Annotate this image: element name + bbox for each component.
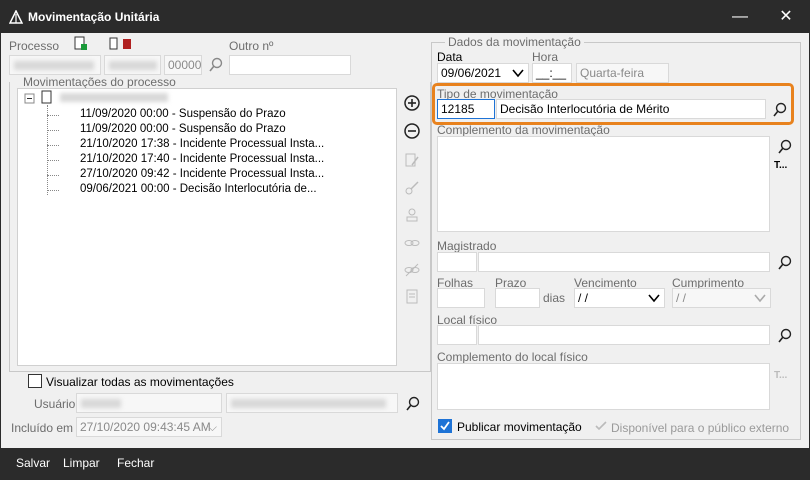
- processo-field-2[interactable]: [104, 55, 161, 75]
- chevron-down-icon: ⌵: [207, 420, 217, 434]
- magistrado-name-field[interactable]: [478, 252, 770, 272]
- limpar-button[interactable]: Limpar: [63, 456, 100, 470]
- unlink-icon[interactable]: [403, 261, 421, 279]
- vencimento-value: / /: [578, 291, 589, 305]
- view-all-label: Visualizar todas as movimentações: [46, 375, 234, 389]
- search-complemento-icon[interactable]: [777, 139, 793, 155]
- minimize-button[interactable]: —: [717, 1, 763, 33]
- tree-item[interactable]: 11/09/2020 00:00 - Suspensão do Prazo: [80, 123, 286, 135]
- view-all-checkbox[interactable]: [28, 374, 42, 388]
- close-button[interactable]: ✕: [763, 1, 809, 33]
- search-usuario-icon[interactable]: [405, 396, 421, 412]
- outro-label: Outro nº: [229, 39, 274, 53]
- hora-label: Hora: [532, 50, 559, 64]
- app-logo-icon: [9, 10, 23, 24]
- vencimento-field[interactable]: / /: [574, 288, 665, 308]
- stamp-icon[interactable]: [403, 207, 421, 225]
- cumprimento-field[interactable]: / /: [672, 288, 771, 308]
- disponivel-label: Disponível para o público externo: [611, 421, 790, 435]
- collapse-icon[interactable]: [24, 93, 36, 105]
- check-icon: [440, 421, 450, 431]
- movements-tree[interactable]: 11/09/2020 00:00 - Suspensão do Prazo 11…: [17, 88, 397, 366]
- tree-item[interactable]: 27/10/2020 09:42 - Incidente Processual …: [80, 168, 324, 180]
- chevron-down-icon[interactable]: [512, 68, 524, 78]
- add-icon[interactable]: [403, 94, 421, 112]
- usuario-label: Usuário: [34, 397, 76, 411]
- document-green-icon[interactable]: [74, 36, 88, 51]
- folhas-field[interactable]: [437, 288, 485, 308]
- complemento-textarea[interactable]: [437, 136, 770, 232]
- data-label: Data: [437, 50, 463, 64]
- publicar-checkbox[interactable]: [438, 419, 452, 433]
- chain-icon[interactable]: [403, 234, 421, 252]
- comp-local-textarea[interactable]: [437, 363, 770, 410]
- dias-label: dias: [543, 291, 566, 305]
- processo-field-1[interactable]: [9, 55, 101, 75]
- processo-field-3[interactable]: 00000: [164, 55, 202, 75]
- bottom-toolbar: Salvar Limpar Fechar: [1, 448, 809, 479]
- tree-item[interactable]: 21/10/2020 17:40 - Incidente Processual …: [80, 153, 324, 165]
- data-value: 09/06/2021: [441, 66, 502, 80]
- check-disabled-icon: [595, 421, 607, 431]
- chevron-down-icon[interactable]: [754, 293, 766, 303]
- search-tipo-icon[interactable]: [772, 102, 788, 118]
- link-icon[interactable]: [403, 179, 421, 197]
- tree-item[interactable]: 09/06/2021 00:00 - Decisão Interlocutóri…: [80, 183, 317, 195]
- document-list-icon[interactable]: [403, 288, 421, 306]
- processo-label: Processo: [9, 39, 60, 53]
- search-local-icon[interactable]: [777, 328, 793, 344]
- incluido-field[interactable]: 27/10/2020 09:43:45 AM ⌵: [76, 417, 222, 437]
- remove-icon[interactable]: [403, 122, 421, 140]
- incluido-label: Incluído em: [11, 421, 74, 435]
- local-name-field[interactable]: [478, 325, 770, 345]
- outro-field[interactable]: [229, 55, 351, 75]
- text-template-button-2[interactable]: T...: [774, 370, 787, 381]
- usuario-code-field[interactable]: [76, 393, 222, 413]
- magistrado-label: Magistrado: [437, 239, 497, 253]
- prazo-field[interactable]: [495, 288, 540, 308]
- text-template-button[interactable]: T...: [774, 160, 787, 171]
- publicar-label: Publicar movimentação: [457, 420, 582, 434]
- comp-local-label: Complemento do local físico: [437, 350, 588, 364]
- hora-field[interactable]: __:__: [532, 63, 572, 83]
- movimentacao-window: Movimentação Unitária — ✕ Processo 00000…: [0, 0, 810, 480]
- cumprimento-value: / /: [676, 291, 687, 305]
- complemento-label: Complemento da movimentação: [437, 123, 610, 137]
- usuario-name-field[interactable]: [226, 393, 398, 413]
- window-title: Movimentação Unitária: [28, 10, 160, 24]
- magistrado-code-field[interactable]: [437, 252, 477, 272]
- local-code-field[interactable]: [437, 325, 477, 345]
- chevron-down-icon[interactable]: [648, 293, 660, 303]
- tree-item[interactable]: 21/10/2020 17:38 - Incidente Processual …: [80, 138, 324, 150]
- title-bar: Movimentação Unitária — ✕: [1, 1, 809, 33]
- edit-document-icon[interactable]: [403, 151, 421, 169]
- search-magistrado-icon[interactable]: [777, 255, 793, 271]
- tree-item[interactable]: 11/09/2020 00:00 - Suspensão do Prazo: [80, 108, 286, 120]
- weekday-field: Quarta-feira: [576, 63, 669, 83]
- dados-group-label: Dados da movimentação: [445, 35, 584, 49]
- process-folder-icon: [41, 90, 52, 104]
- document-red-icon[interactable]: [109, 37, 133, 51]
- fechar-button[interactable]: Fechar: [117, 456, 154, 470]
- search-processo-icon[interactable]: [208, 57, 224, 73]
- tipo-code-field[interactable]: 12185: [437, 99, 495, 119]
- salvar-button[interactable]: Salvar: [16, 456, 50, 470]
- tipo-desc-field[interactable]: Decisão Interlocutória de Mérito: [496, 99, 766, 119]
- data-field[interactable]: 09/06/2021: [437, 63, 529, 83]
- incluido-value: 27/10/2020 09:43:45 AM: [80, 420, 211, 434]
